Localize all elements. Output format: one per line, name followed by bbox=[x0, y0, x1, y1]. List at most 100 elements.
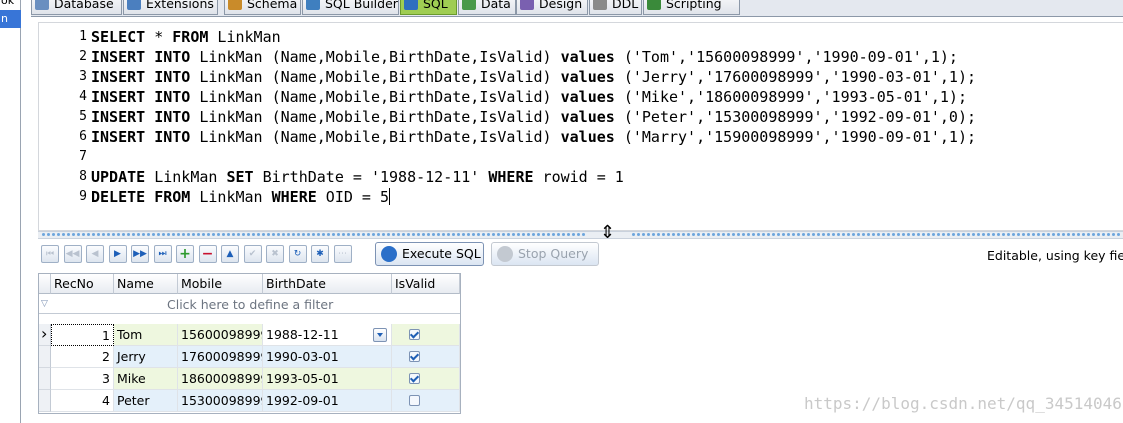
splitter-grip-dot bbox=[882, 233, 885, 236]
editor-grid-splitter[interactable]: ⇕ bbox=[38, 222, 1123, 243]
code-line[interactable]: 9 DELETE FROM LinkMan WHERE OID = 5 bbox=[39, 187, 1119, 207]
mobile-cell[interactable]: 17600098999 bbox=[178, 346, 263, 368]
code-line[interactable]: 5 INSERT INTO LinkMan (Name,Mobile,BirthD… bbox=[39, 107, 1119, 127]
splitter-grip-dot bbox=[537, 233, 540, 236]
splitter-grip-dot bbox=[1012, 233, 1015, 236]
refresh-button[interactable]: ↻ bbox=[288, 245, 307, 263]
mobile-cell[interactable]: 15600098999 bbox=[178, 324, 263, 346]
code-line[interactable]: 1 SELECT * FROM LinkMan bbox=[39, 27, 1119, 47]
table-row[interactable]: 3 Mike 18600098999 1993-05-01 bbox=[39, 368, 460, 390]
prior-record-button[interactable]: ◀ bbox=[86, 245, 104, 263]
splitter-grip-dot bbox=[522, 233, 525, 236]
isvalid-cell[interactable] bbox=[392, 346, 460, 368]
recno-cell[interactable]: 2 bbox=[51, 346, 114, 368]
filter-row[interactable]: ▽ Click here to define a filter bbox=[39, 294, 460, 314]
splitter-grip-dot bbox=[52, 233, 55, 236]
execute-sql-button[interactable]: Execute SQL bbox=[375, 242, 484, 266]
next-record-button[interactable]: ▶ bbox=[108, 245, 127, 263]
code-line[interactable]: 4 INSERT INTO LinkMan (Name,Mobile,BirthD… bbox=[39, 87, 1119, 107]
first-record-button[interactable]: ⏮ bbox=[41, 245, 59, 263]
recno-cell[interactable]: 4 bbox=[51, 390, 114, 412]
isvalid-cell[interactable] bbox=[392, 368, 460, 390]
splitter-grip-dot bbox=[1082, 233, 1085, 236]
recno-cell[interactable]: 3 bbox=[51, 368, 114, 390]
sql-editor[interactable]: 1 SELECT * FROM LinkMan 2 INSERT INTO LinkM… bbox=[38, 22, 1123, 231]
prior-page-button[interactable]: ◀◀ bbox=[63, 245, 82, 263]
tab-sql[interactable]: SQL bbox=[400, 0, 457, 15]
column-header-mobile[interactable]: Mobile bbox=[178, 274, 263, 294]
tab-sql-builder[interactable]: SQL Builder bbox=[302, 0, 399, 15]
code-line[interactable]: 7 bbox=[39, 147, 1119, 167]
mobile-cell[interactable]: 15300098999 bbox=[178, 390, 263, 412]
left-panel-item-selected[interactable]: n bbox=[0, 10, 21, 28]
row-indicator[interactable] bbox=[39, 368, 51, 390]
isvalid-checkbox[interactable] bbox=[409, 351, 420, 362]
tab-database[interactable]: Database bbox=[31, 0, 122, 15]
name-cell[interactable]: Tom bbox=[114, 324, 178, 346]
edit-record-button[interactable]: ▲ bbox=[221, 245, 239, 263]
splitter-grip-dot bbox=[77, 233, 80, 236]
row-indicator[interactable] bbox=[39, 346, 51, 368]
splitter-grip-dot bbox=[412, 233, 415, 236]
filter-button[interactable]: ⋯ bbox=[333, 245, 352, 263]
tab-extensions[interactable]: Extensions bbox=[123, 0, 218, 15]
splitter-grip-dot bbox=[477, 233, 480, 236]
ddl-icon bbox=[593, 0, 607, 10]
cancel-edit-button[interactable]: ✖ bbox=[266, 245, 284, 263]
tab-data[interactable]: Data bbox=[458, 0, 516, 15]
splitter-grip-dot bbox=[282, 233, 285, 236]
table-row[interactable]: 4 Peter 15300098999 1992-09-01 bbox=[39, 390, 460, 412]
splitter-grip-dot bbox=[267, 233, 270, 236]
row-indicator[interactable]: › bbox=[39, 324, 51, 346]
next-page-button[interactable]: ▶▶ bbox=[131, 245, 149, 263]
tab-scripting[interactable]: Scripting bbox=[643, 0, 740, 15]
row-indicator[interactable] bbox=[39, 390, 51, 412]
isvalid-checkbox[interactable] bbox=[409, 395, 420, 406]
table-row[interactable]: 2 Jerry 17600098999 1990-03-01 bbox=[39, 346, 460, 368]
bookmark-button[interactable]: ✱ bbox=[311, 245, 329, 263]
splitter-grip-dot bbox=[437, 233, 440, 236]
tab-schema[interactable]: Schema bbox=[224, 0, 301, 15]
delete-record-button[interactable]: − bbox=[198, 245, 217, 263]
stop-query-button[interactable]: Stop Query bbox=[491, 242, 599, 266]
birthdate-cell[interactable]: 1988-12-11 bbox=[263, 324, 392, 346]
splitter-grip-dot bbox=[42, 233, 45, 236]
left-panel-item[interactable]: ok bbox=[0, 0, 21, 10]
tab-label: Design bbox=[539, 0, 583, 11]
name-cell[interactable]: Jerry bbox=[114, 346, 178, 368]
code-line[interactable]: 8 UPDATE LinkMan SET BirthDate = '1988-12… bbox=[39, 167, 1119, 187]
splitter-grip-dot bbox=[72, 233, 75, 236]
column-header-name[interactable]: Name bbox=[114, 274, 178, 294]
birthdate-cell[interactable]: 1992-09-01 bbox=[263, 390, 392, 412]
code-line[interactable]: 2 INSERT INTO LinkMan (Name,Mobile,BirthD… bbox=[39, 47, 1119, 67]
column-header-birthdate[interactable]: BirthDate bbox=[263, 274, 392, 294]
tab-design[interactable]: Design bbox=[516, 0, 588, 15]
table-row[interactable]: › 1 Tom 15600098999 1988-12-11 bbox=[39, 324, 460, 346]
isvalid-cell[interactable] bbox=[392, 324, 460, 346]
birthdate-cell[interactable]: 1993-05-01 bbox=[263, 368, 392, 390]
tab-label: SQL bbox=[423, 0, 448, 11]
code-line[interactable]: 6 INSERT INTO LinkMan (Name,Mobile,BirthD… bbox=[39, 127, 1119, 147]
splitter-grip-dot bbox=[657, 233, 660, 236]
recno-cell[interactable]: 1 bbox=[51, 324, 114, 346]
column-header-recno[interactable]: RecNo bbox=[51, 274, 114, 294]
column-header-isvalid[interactable]: IsValid bbox=[392, 274, 460, 294]
mobile-cell[interactable]: 18600098999 bbox=[178, 368, 263, 390]
splitter-grip-dot bbox=[427, 233, 430, 236]
isvalid-cell[interactable] bbox=[392, 390, 460, 412]
splitter-grip-dot bbox=[302, 233, 305, 236]
birthdate-cell[interactable]: 1990-03-01 bbox=[263, 346, 392, 368]
isvalid-checkbox[interactable] bbox=[409, 373, 420, 384]
tab-ddl[interactable]: DDL bbox=[589, 0, 642, 15]
last-record-button[interactable]: ⏭ bbox=[153, 245, 172, 263]
isvalid-checkbox[interactable] bbox=[409, 329, 420, 340]
results-grid[interactable]: ▽ Click here to define a filter RecNo Nam… bbox=[38, 273, 461, 414]
post-edit-button[interactable]: ✔ bbox=[243, 245, 262, 263]
insert-record-button[interactable]: + bbox=[176, 245, 194, 263]
date-dropdown-button[interactable] bbox=[373, 328, 387, 342]
code-text: INSERT INTO LinkMan (Name,Mobile,BirthDa… bbox=[91, 88, 967, 106]
name-cell[interactable]: Mike bbox=[114, 368, 178, 390]
code-line[interactable]: 3 INSERT INTO LinkMan (Name,Mobile,BirthD… bbox=[39, 67, 1119, 87]
name-cell[interactable]: Peter bbox=[114, 390, 178, 412]
splitter-grip-dot bbox=[362, 233, 365, 236]
